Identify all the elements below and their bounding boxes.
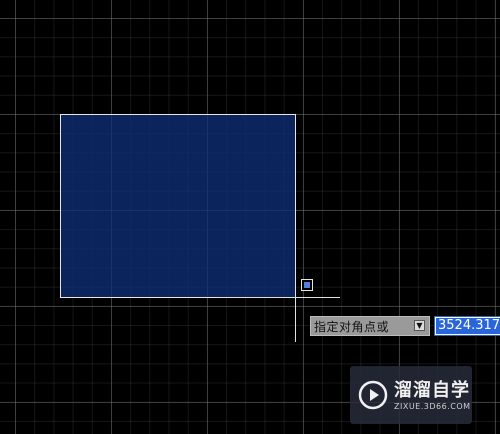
- coordinate-value[interactable]: 3524.3171: [436, 318, 500, 334]
- watermark-url: ZIXUE.3D66.COM: [394, 401, 471, 411]
- play-logo-icon: [358, 380, 388, 410]
- coordinate-input-field[interactable]: 3524.3171: [434, 316, 500, 336]
- selection-window: [60, 114, 296, 298]
- watermark-text: 溜溜自学 ZIXUE.3D66.COM: [394, 380, 471, 411]
- crosshair-horizontal: [218, 297, 340, 298]
- command-prompt-tooltip: 指定对角点或 ▼: [310, 316, 430, 336]
- command-prompt-text: 指定对角点或: [314, 319, 390, 334]
- pick-box-cursor: [301, 279, 313, 291]
- watermark-title: 溜溜自学: [394, 379, 470, 401]
- dynamic-input: 指定对角点或 ▼ 3524.3171: [310, 316, 500, 336]
- crosshair-vertical: [295, 226, 296, 342]
- watermark: 溜溜自学 ZIXUE.3D66.COM: [350, 366, 472, 424]
- down-arrow-icon[interactable]: ▼: [414, 320, 425, 331]
